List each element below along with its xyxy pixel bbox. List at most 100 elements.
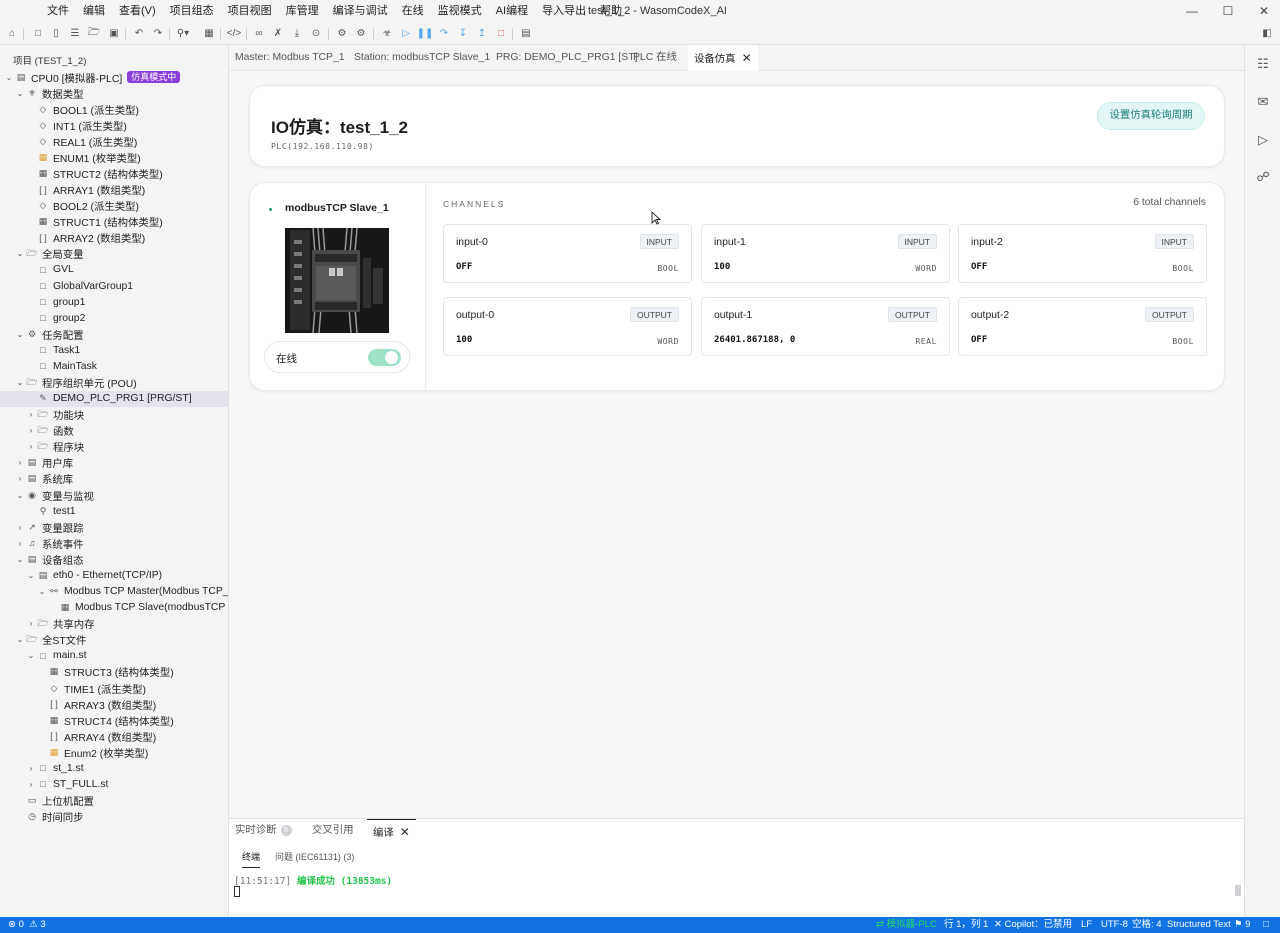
chevron-down-icon[interactable]: ⌄ xyxy=(15,249,25,258)
menu-item[interactable]: 库管理 xyxy=(279,0,326,23)
channel-card[interactable]: output-0 OUTPUT 100 WORD xyxy=(443,297,692,356)
menu-item[interactable]: 在线 xyxy=(395,0,431,23)
online-icon[interactable]: ⊙ xyxy=(309,26,323,40)
channel-card[interactable]: input-1 INPUT 100 WORD xyxy=(701,224,950,283)
tree-item[interactable]: ⌄ ⚜ 数据类型 xyxy=(0,85,228,101)
menu-item[interactable]: 编译与调试 xyxy=(326,0,395,23)
menu-item[interactable]: 项目组态 xyxy=(163,0,221,23)
library-icon[interactable]: ☷ xyxy=(1255,56,1271,72)
online-toggle[interactable] xyxy=(368,349,401,366)
channel-card[interactable]: input-0 INPUT OFF BOOL xyxy=(443,224,692,283)
chat-icon[interactable]: ✉ xyxy=(1255,94,1271,110)
tree-item[interactable]: › ♫ 系统事件 xyxy=(0,535,228,551)
chevron-right-icon[interactable]: › xyxy=(15,523,25,532)
menu-item[interactable]: 项目视图 xyxy=(221,0,279,23)
channel-card[interactable]: output-2 OUTPUT OFF BOOL xyxy=(958,297,1207,356)
tree-item[interactable]: ▦ STRUCT4 (结构体类型) xyxy=(0,712,228,728)
simulate-icon[interactable]: ⚙ xyxy=(354,26,368,40)
menu-item[interactable]: AI编程 xyxy=(489,0,535,23)
run-icon[interactable]: ▷ xyxy=(399,26,413,40)
search-icon[interactable]: ⚲▾ xyxy=(176,26,190,40)
tree-item[interactable]: › 🗁 功能块 xyxy=(0,407,228,423)
tree-item[interactable]: ◇ INT1 (派生类型) xyxy=(0,117,228,133)
device-icon[interactable]: ▯ xyxy=(49,26,63,40)
chevron-right-icon[interactable]: › xyxy=(26,780,36,789)
tree-item[interactable]: ⌄ ▤ eth0 - Ethernet(TCP/IP) xyxy=(0,567,228,583)
tree-item[interactable]: [ ] ARRAY1 (数组类型) xyxy=(0,182,228,198)
tree-item[interactable]: ◇ BOOL1 (派生类型) xyxy=(0,101,228,117)
step-out-icon[interactable]: ↥ xyxy=(475,26,489,40)
menu-item[interactable]: 编辑 xyxy=(76,0,112,23)
redo-icon[interactable]: ↷ xyxy=(151,26,165,40)
tree-item[interactable]: ◇ BOOL2 (派生类型) xyxy=(0,198,228,214)
build-icon[interactable]: ▦ xyxy=(202,26,216,40)
tree-item[interactable]: □ group1 xyxy=(0,294,228,310)
tree-item[interactable]: › ▤ 用户库 xyxy=(0,455,228,471)
chevron-right-icon[interactable]: › xyxy=(26,410,36,419)
tree-item[interactable]: ▦ Modbus TCP Slave(modbusTCP Slave_1) xyxy=(0,600,228,616)
chevron-down-icon[interactable]: ⌄ xyxy=(15,330,25,339)
chevron-down-icon[interactable]: ⌄ xyxy=(4,73,14,82)
channel-card[interactable]: output-1 OUTPUT 26401.867188, 0 REAL xyxy=(701,297,950,356)
download-icon[interactable]: ⤓ xyxy=(290,26,304,40)
save-icon[interactable]: ▣ xyxy=(107,26,121,40)
tree-item[interactable]: ⌄ □ main.st xyxy=(0,648,228,664)
tree-item[interactable]: › □ ST_FULL.st xyxy=(0,776,228,792)
tree-item[interactable]: ⌄ 🗁 程序组织单元 (POU) xyxy=(0,374,228,391)
tree-item[interactable]: ◷ 时间同步 xyxy=(0,809,228,825)
minimize-button[interactable]: — xyxy=(1174,0,1210,23)
chevron-right-icon[interactable]: › xyxy=(15,474,25,483)
close-icon[interactable]: ✕ xyxy=(742,51,752,65)
tree-item[interactable]: ▦ STRUCT1 (结构体类型) xyxy=(0,214,228,230)
chevron-right-icon[interactable]: › xyxy=(26,619,36,628)
close-window-button[interactable]: ✕ xyxy=(1246,0,1280,23)
chevron-down-icon[interactable]: ⌄ xyxy=(26,571,36,580)
tree-item[interactable]: › 🗁 共享内存 xyxy=(0,616,228,632)
chevron-down-icon[interactable]: ⌄ xyxy=(15,378,25,387)
terminal-scrollbar[interactable] xyxy=(1235,885,1241,896)
undo-icon[interactable]: ↶ xyxy=(132,26,146,40)
set-polling-period-button[interactable]: 设置仿真轮询周期 xyxy=(1097,102,1205,130)
settings-icon[interactable]: ⚙ xyxy=(335,26,349,40)
code-icon[interactable]: </> xyxy=(227,26,241,40)
pause-icon[interactable]: ❚❚ xyxy=(417,26,434,40)
chevron-right-icon[interactable]: › xyxy=(15,458,25,467)
chevron-down-icon[interactable]: ⌄ xyxy=(26,651,36,660)
channel-card[interactable]: input-2 INPUT OFF BOOL xyxy=(958,224,1207,283)
maximize-button[interactable]: ☐ xyxy=(1210,0,1246,23)
terminal-cursor[interactable] xyxy=(234,886,240,897)
menu-item[interactable]: 查看(V) xyxy=(112,0,163,23)
tree-item[interactable]: ⚲ test1 xyxy=(0,503,228,519)
copilot-status[interactable]: ✕ Copilot：已禁用 xyxy=(994,917,1072,933)
unlink-icon[interactable]: ✗ xyxy=(271,26,285,40)
tree-item[interactable]: › 🗁 函数 xyxy=(0,423,228,439)
step-into-icon[interactable]: ↧ xyxy=(456,26,470,40)
tab-modbus-station[interactable]: Station: modbusTCP Slave_1 xyxy=(348,45,496,71)
chevron-right-icon[interactable]: › xyxy=(15,539,25,548)
close-icon[interactable]: ✕ xyxy=(400,825,410,839)
stop-icon[interactable]: □ xyxy=(494,26,508,40)
tree-item[interactable]: › 🗁 程序块 xyxy=(0,439,228,455)
tree-item[interactable]: ▦ STRUCT3 (结构体类型) xyxy=(0,664,228,680)
tree-item[interactable]: □ MainTask xyxy=(0,358,228,374)
home-icon[interactable]: ⌂ xyxy=(5,26,19,40)
tree-item[interactable]: ✎ DEMO_PLC_PRG1 [PRG/ST] xyxy=(0,390,228,407)
tree-item[interactable]: □ group2 xyxy=(0,310,228,326)
indent-indicator[interactable]: 空格: 4 xyxy=(1132,917,1162,933)
tree-item[interactable]: □ GlobalVarGroup1 xyxy=(0,278,228,294)
menu-item[interactable]: 导入导出 xyxy=(535,0,593,23)
notifications-indicator[interactable]: ⚑ 9 xyxy=(1234,917,1250,933)
chevron-down-icon[interactable]: ⌄ xyxy=(37,587,47,596)
chevron-down-icon[interactable]: ⌄ xyxy=(15,635,25,644)
chevron-right-icon[interactable]: › xyxy=(26,764,36,773)
tab-prg[interactable]: PRG: DEMO_PLC_PRG1 [ST] xyxy=(490,45,643,71)
tree-item[interactable]: ⌄ 🗁 全局变量 xyxy=(0,246,228,262)
tree-item[interactable]: ◇ REAL1 (派生类型) xyxy=(0,133,228,149)
bell-icon[interactable]: □ xyxy=(1263,917,1269,933)
tree-item[interactable]: ▭ 上位机配置 xyxy=(0,793,228,809)
tree-item[interactable]: □ GVL xyxy=(0,262,228,278)
tree-item[interactable]: [ ] ARRAY4 (数组类型) xyxy=(0,728,228,744)
tree-item[interactable]: › ▤ 系统库 xyxy=(0,471,228,487)
menu-item[interactable]: 监视模式 xyxy=(431,0,489,23)
tab-device-simulation[interactable]: 设备仿真 ✕ xyxy=(688,45,758,71)
